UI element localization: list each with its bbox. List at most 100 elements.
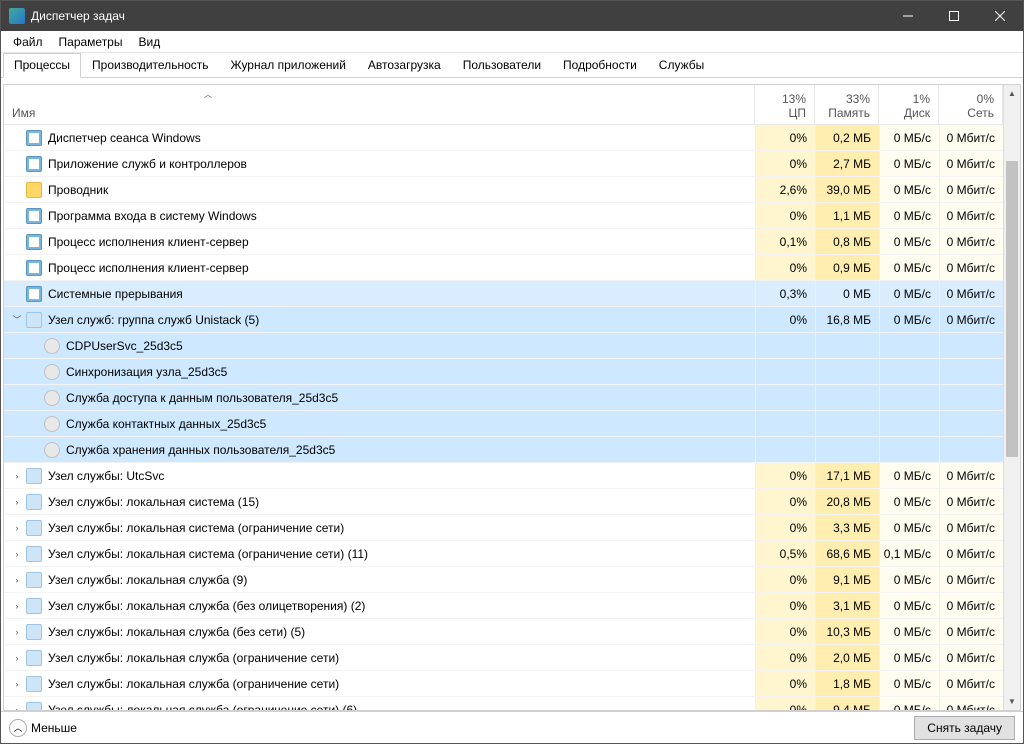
col-name[interactable]: Имя bbox=[4, 85, 755, 124]
titlebar[interactable]: Диспетчер задач bbox=[1, 1, 1023, 31]
tab-startup[interactable]: Автозагрузка bbox=[357, 53, 452, 78]
expander-icon[interactable]: › bbox=[10, 521, 24, 535]
table-row[interactable]: ›Узел службы: локальная служба (без олиц… bbox=[4, 593, 1003, 619]
table-row[interactable]: ›Узел службы: UtcSvc0%17,1 МБ0 МБ/с0 Мби… bbox=[4, 463, 1003, 489]
expander-icon[interactable] bbox=[10, 235, 24, 249]
scroll-thumb[interactable] bbox=[1006, 161, 1018, 457]
table-row[interactable]: Системные прерывания0,3%0 МБ0 МБ/с0 Мбит… bbox=[4, 281, 1003, 307]
col-disk[interactable]: 1%Диск bbox=[879, 85, 939, 124]
cell-net: 0 Мбит/с bbox=[939, 671, 1003, 696]
service-child-row[interactable]: Синхронизация узла_25d3c5 bbox=[4, 359, 1003, 385]
tab-performance[interactable]: Производительность bbox=[81, 53, 219, 78]
table-row[interactable]: Процесс исполнения клиент-сервер0%0,9 МБ… bbox=[4, 255, 1003, 281]
tab-apphistory[interactable]: Журнал приложений bbox=[220, 53, 357, 78]
table-row[interactable]: ›Узел службы: локальная служба (9)0%9,1 … bbox=[4, 567, 1003, 593]
col-cpu[interactable]: 13%ЦП bbox=[755, 85, 815, 124]
table-row[interactable]: ›Узел службы: локальная служба (ограниче… bbox=[4, 697, 1003, 710]
expander-icon[interactable] bbox=[10, 131, 24, 145]
cell-mem: 39,0 МБ bbox=[815, 177, 879, 202]
cell-cpu: 0% bbox=[755, 307, 815, 332]
cell-net: 0 Мбит/с bbox=[939, 567, 1003, 592]
cell-cpu: 0% bbox=[755, 463, 815, 488]
folder-icon bbox=[26, 182, 42, 198]
cell-cpu bbox=[755, 333, 815, 358]
gear-icon bbox=[26, 598, 42, 614]
table-row[interactable]: Приложение служб и контроллеров0%2,7 МБ0… bbox=[4, 151, 1003, 177]
app-icon bbox=[26, 156, 42, 172]
minimize-button[interactable] bbox=[885, 1, 931, 31]
cell-cpu: 0% bbox=[755, 255, 815, 280]
expander-icon[interactable]: › bbox=[10, 547, 24, 561]
cell-net: 0 Мбит/с bbox=[939, 281, 1003, 306]
expander-icon[interactable]: › bbox=[10, 651, 24, 665]
vertical-scrollbar[interactable]: ▲ ▼ bbox=[1003, 85, 1020, 710]
process-name: Системные прерывания bbox=[48, 287, 183, 301]
expander-icon[interactable]: › bbox=[10, 495, 24, 509]
cell-mem: 9,4 МБ bbox=[815, 697, 879, 710]
end-task-button[interactable]: Снять задачу bbox=[914, 716, 1015, 740]
col-network[interactable]: 0%Сеть bbox=[939, 85, 1003, 124]
scroll-down-icon[interactable]: ▼ bbox=[1004, 693, 1020, 710]
service-child-row[interactable]: CDPUserSvc_25d3c5 bbox=[4, 333, 1003, 359]
expander-icon[interactable]: › bbox=[10, 469, 24, 483]
process-name: CDPUserSvc_25d3c5 bbox=[66, 339, 183, 353]
expander-icon[interactable]: › bbox=[10, 599, 24, 613]
menu-view[interactable]: Вид bbox=[130, 33, 168, 51]
table-row[interactable]: Диспетчер сеанса Windows0%0,2 МБ0 МБ/с0 … bbox=[4, 125, 1003, 151]
menu-file[interactable]: Файл bbox=[5, 33, 51, 51]
expander-icon[interactable]: › bbox=[10, 625, 24, 639]
maximize-button[interactable] bbox=[931, 1, 977, 31]
expander-icon[interactable]: ﹀ bbox=[10, 313, 24, 327]
cell-mem: 1,1 МБ bbox=[815, 203, 879, 228]
expander-icon[interactable] bbox=[10, 261, 24, 275]
cell-cpu: 0,3% bbox=[755, 281, 815, 306]
tab-details[interactable]: Подробности bbox=[552, 53, 648, 78]
cell-mem bbox=[815, 359, 879, 384]
table-row[interactable]: ﹀Узел служб: группа служб Unistack (5)0%… bbox=[4, 307, 1003, 333]
cell-net bbox=[939, 437, 1003, 462]
table-row[interactable]: Программа входа в систему Windows0%1,1 М… bbox=[4, 203, 1003, 229]
tab-processes[interactable]: Процессы bbox=[3, 53, 81, 78]
table-row[interactable]: › Узел службы: локальная служба (ограниче… bbox=[4, 645, 1003, 671]
service-child-row[interactable]: Служба контактных данных_25d3c5 bbox=[4, 411, 1003, 437]
table-row[interactable]: ›Узел службы: локальная служба (без сети… bbox=[4, 619, 1003, 645]
cell-net: 0 Мбит/с bbox=[939, 125, 1003, 150]
table-row[interactable]: Процесс исполнения клиент-сервер0,1%0,8 … bbox=[4, 229, 1003, 255]
cell-mem: 10,3 МБ bbox=[815, 619, 879, 644]
close-button[interactable] bbox=[977, 1, 1023, 31]
expander-icon[interactable] bbox=[10, 209, 24, 223]
col-memory[interactable]: 33%Память bbox=[815, 85, 879, 124]
process-name: Узел службы: локальная служба (ограничен… bbox=[48, 651, 339, 665]
table-row[interactable]: Проводник2,6%39,0 МБ0 МБ/с0 Мбит/с bbox=[4, 177, 1003, 203]
table-row[interactable]: ›Узел службы: локальная система (огранич… bbox=[4, 541, 1003, 567]
svc-icon bbox=[44, 416, 60, 432]
scroll-up-icon[interactable]: ▲ bbox=[1004, 85, 1020, 102]
table-row[interactable]: ›Узел службы: локальная система (15)0%20… bbox=[4, 489, 1003, 515]
cell-cpu: 0% bbox=[755, 697, 815, 710]
tab-services[interactable]: Службы bbox=[648, 53, 715, 78]
expander-icon[interactable]: › bbox=[10, 573, 24, 587]
cell-cpu: 0% bbox=[755, 515, 815, 540]
menu-options[interactable]: Параметры bbox=[51, 33, 131, 51]
expander-icon[interactable]: › bbox=[10, 703, 24, 711]
expander-icon[interactable] bbox=[10, 287, 24, 301]
cell-net: 0 Мбит/с bbox=[939, 307, 1003, 332]
cell-net: 0 Мбит/с bbox=[939, 255, 1003, 280]
service-child-row[interactable]: Служба хранения данных пользователя_25d3… bbox=[4, 437, 1003, 463]
cell-disk: 0 МБ/с bbox=[879, 177, 939, 202]
expander-icon[interactable]: › bbox=[10, 677, 24, 691]
expander-icon[interactable] bbox=[10, 157, 24, 171]
process-list[interactable]: Диспетчер сеанса Windows0%0,2 МБ0 МБ/с0 … bbox=[4, 125, 1003, 710]
gear-icon bbox=[26, 520, 42, 536]
tab-users[interactable]: Пользователи bbox=[452, 53, 552, 78]
service-child-row[interactable]: Служба доступа к данным пользователя_25d… bbox=[4, 385, 1003, 411]
cell-disk bbox=[879, 437, 939, 462]
table-row[interactable]: ›Узел службы: локальная система (огранич… bbox=[4, 515, 1003, 541]
fewer-details-button[interactable]: ︿ Меньше bbox=[9, 719, 914, 737]
cell-mem: 68,6 МБ bbox=[815, 541, 879, 566]
table-row[interactable]: ›Узел службы: локальная служба (ограниче… bbox=[4, 671, 1003, 697]
expander-icon[interactable] bbox=[10, 183, 24, 197]
cell-net bbox=[939, 359, 1003, 384]
cell-net: 0 Мбит/с bbox=[939, 645, 1003, 670]
cell-disk: 0 МБ/с bbox=[879, 125, 939, 150]
